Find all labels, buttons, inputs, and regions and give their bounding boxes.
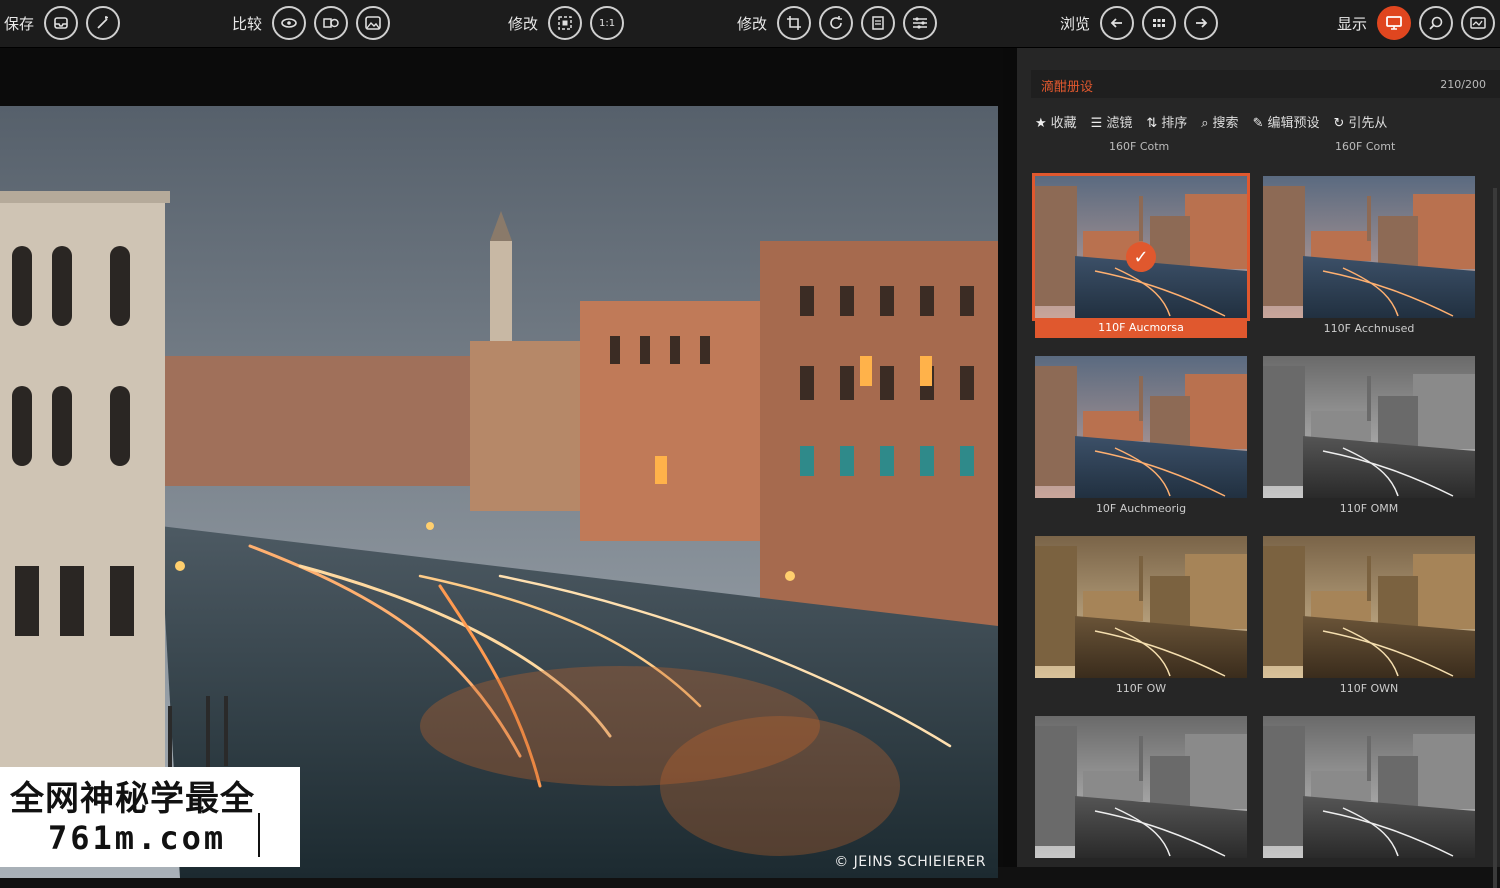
toolbar-label-display: 显示 <box>1337 14 1368 33</box>
toolbar-group-display: 显示 <box>1337 4 1496 42</box>
preset-thumbnail[interactable] <box>1263 176 1475 318</box>
filter-filters[interactable]: ☰ 滤镜 <box>1091 112 1133 134</box>
filter-filters-label: 滤镜 <box>1106 116 1133 131</box>
preset-caption: 110F OMM <box>1339 502 1399 515</box>
preset-thumbnail[interactable] <box>1263 536 1475 678</box>
presets-panel: 滴酣册设 210/200 ★ 收藏 ☰ 滤镜 ⇅ 排序 ⌕ 搜索 ✎ 编辑预设 ↻ 引先从 … <box>1017 48 1500 888</box>
preset-caption: 110F Acchnused <box>1323 322 1415 335</box>
preset-thumbnail[interactable] <box>1035 716 1247 858</box>
compare-icon[interactable] <box>314 6 349 40</box>
preset-thumbnail[interactable] <box>1035 356 1247 498</box>
filmstrip-icon[interactable] <box>1461 6 1496 40</box>
toolbar-label-compare: 比较 <box>232 14 263 33</box>
watermark-line1: 全网神秘学最全 <box>10 779 255 819</box>
preset-caption: 10F Auchmeorig <box>1095 502 1187 515</box>
inbox-icon[interactable] <box>44 6 79 40</box>
toolbar-group-save: 保存 <box>4 4 121 42</box>
image-icon[interactable] <box>356 6 391 40</box>
filter-search-label: 搜索 <box>1212 116 1239 131</box>
list-icon: ☰ <box>1090 116 1103 131</box>
eye-icon[interactable] <box>272 6 307 40</box>
main-photo[interactable]: © JEINS SCHIEIERER <box>0 106 998 878</box>
search-icon: ⌕ <box>1201 116 1209 131</box>
column-label-right: 160F Comt <box>1335 140 1396 153</box>
top-toolbar: 保存 比较 修改 1:1 修改 浏览 显示 <box>0 0 1500 48</box>
watermark-divider <box>258 813 260 857</box>
ratio-label: 1:1 <box>598 17 616 29</box>
refresh-icon: ↻ <box>1333 116 1345 131</box>
filter-import-label: 引先从 <box>1348 116 1388 131</box>
star-icon: ★ <box>1035 116 1047 131</box>
filter-bar: ★ 收藏 ☰ 滤镜 ⇅ 排序 ⌕ 搜索 ✎ 编辑预设 ↻ 引先从 <box>1035 112 1495 134</box>
site-watermark: 全网神秘学最全 761m.com <box>0 767 300 867</box>
crop-icon[interactable] <box>777 6 812 40</box>
wand-icon[interactable] <box>86 6 121 40</box>
watermark-line2: 761m.com <box>48 819 227 857</box>
filter-edit-preset[interactable]: ✎ 编辑预设 <box>1253 112 1320 134</box>
filter-sort[interactable]: ⇅ 排序 <box>1146 112 1187 134</box>
toolbar-group-modify-2: 修改 <box>737 4 938 42</box>
zoom-icon[interactable] <box>1419 6 1454 40</box>
toolbar-label-save: 保存 <box>4 14 35 33</box>
toolbar-group-modify-1: 修改 1:1 <box>508 4 625 42</box>
preset-thumbnail[interactable] <box>1035 536 1247 678</box>
filter-edit-preset-label: 编辑预设 <box>1267 116 1320 131</box>
arrow-right-icon[interactable] <box>1184 6 1219 40</box>
preset-caption: 110F OW <box>1115 682 1167 695</box>
column-label-left: 160F Cotm <box>1109 140 1170 153</box>
filter-sort-label: 排序 <box>1161 116 1188 131</box>
sliders-icon[interactable] <box>903 6 938 40</box>
crop-frame-icon[interactable] <box>548 6 583 40</box>
checkmark-icon: ✓ <box>1126 242 1156 272</box>
edit-icon: ✎ <box>1252 116 1264 131</box>
rotate-icon[interactable] <box>819 6 854 40</box>
panel-scrollbar[interactable] <box>1493 188 1497 888</box>
filter-import[interactable]: ↻ 引先从 <box>1333 112 1387 134</box>
toolbar-label-modify-2: 修改 <box>737 14 768 33</box>
panel-divider[interactable] <box>1003 48 1017 867</box>
preset-thumbnail[interactable] <box>1263 716 1475 858</box>
preset-caption: 110F Aucmorsa <box>1035 318 1247 338</box>
layers-icon[interactable] <box>861 6 896 40</box>
grid-icon[interactable] <box>1142 6 1177 40</box>
panel-title: 滴酣册设 <box>1041 80 1094 95</box>
toolbar-group-compare: 比较 <box>232 4 391 42</box>
toolbar-group-browse: 浏览 <box>1060 4 1219 42</box>
preset-thumbnail[interactable] <box>1263 356 1475 498</box>
filter-search[interactable]: ⌕ 搜索 <box>1201 112 1238 134</box>
filter-favorites-label: 收藏 <box>1050 116 1077 131</box>
panel-count: 210/200 <box>1440 78 1486 91</box>
ratio-icon[interactable]: 1:1 <box>590 6 625 40</box>
sort-icon: ⇅ <box>1146 116 1158 131</box>
arrow-left-icon[interactable] <box>1100 6 1135 40</box>
toolbar-label-browse: 浏览 <box>1060 14 1091 33</box>
monitor-icon[interactable] <box>1377 6 1412 40</box>
panel-header: 滴酣册设 210/200 <box>1031 70 1500 98</box>
main-viewer: © JEINS SCHIEIERER <box>0 48 1003 878</box>
photo-credit: © JEINS SCHIEIERER <box>834 854 986 870</box>
filter-favorites[interactable]: ★ 收藏 <box>1035 112 1077 134</box>
toolbar-label-modify-1: 修改 <box>508 14 539 33</box>
preset-caption: 110F OWN <box>1339 682 1399 695</box>
